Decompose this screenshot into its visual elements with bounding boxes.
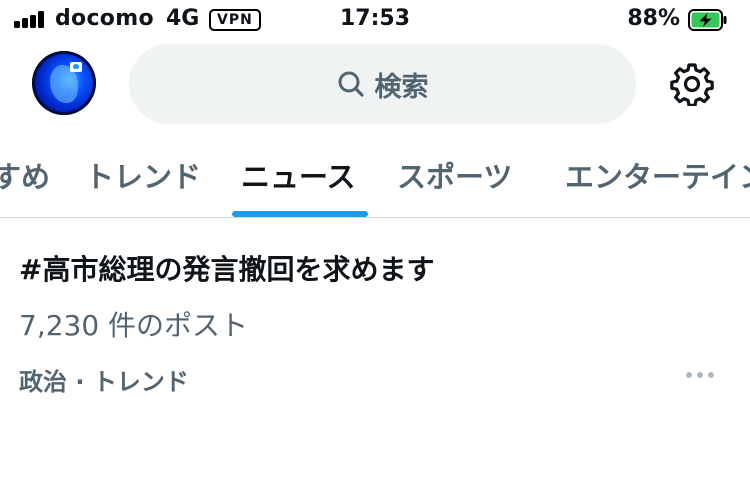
- trend-category: 政治 · トレンド: [19, 368, 189, 396]
- cellular-signal-icon: [14, 11, 46, 28]
- tab-trending[interactable]: トレンド: [85, 154, 201, 196]
- vpn-badge: VPN: [209, 9, 261, 31]
- tab-news[interactable]: ニュース: [241, 154, 356, 196]
- tab-entertainment[interactable]: エンターテイン: [565, 154, 750, 196]
- explore-tabs: すめ トレンド ニュース スポーツ エンターテイン: [0, 140, 750, 218]
- trend-post-count: 7,230 件のポスト: [19, 309, 249, 342]
- tab-sports[interactable]: スポーツ: [397, 154, 512, 196]
- search-bar[interactable]: 検索: [129, 44, 636, 124]
- network-type: 4G: [166, 6, 200, 31]
- trend-title[interactable]: #高市総理の発言撤回を求めます: [19, 248, 434, 288]
- status-bar: docomo 4G VPN 17:53 88%: [0, 0, 750, 40]
- more-options-icon[interactable]: [684, 370, 716, 380]
- battery-percent: 88%: [627, 6, 680, 31]
- search-placeholder: 検索: [374, 71, 429, 103]
- status-time: 17:53: [339, 6, 411, 31]
- active-tab-indicator: [232, 211, 368, 217]
- tab-recommended[interactable]: すめ: [0, 154, 50, 196]
- search-icon: [338, 71, 364, 97]
- profile-avatar[interactable]: [32, 51, 96, 115]
- carrier-name: docomo: [55, 6, 154, 31]
- battery-charging-icon: [688, 9, 727, 31]
- settings-gear-icon[interactable]: [670, 62, 714, 106]
